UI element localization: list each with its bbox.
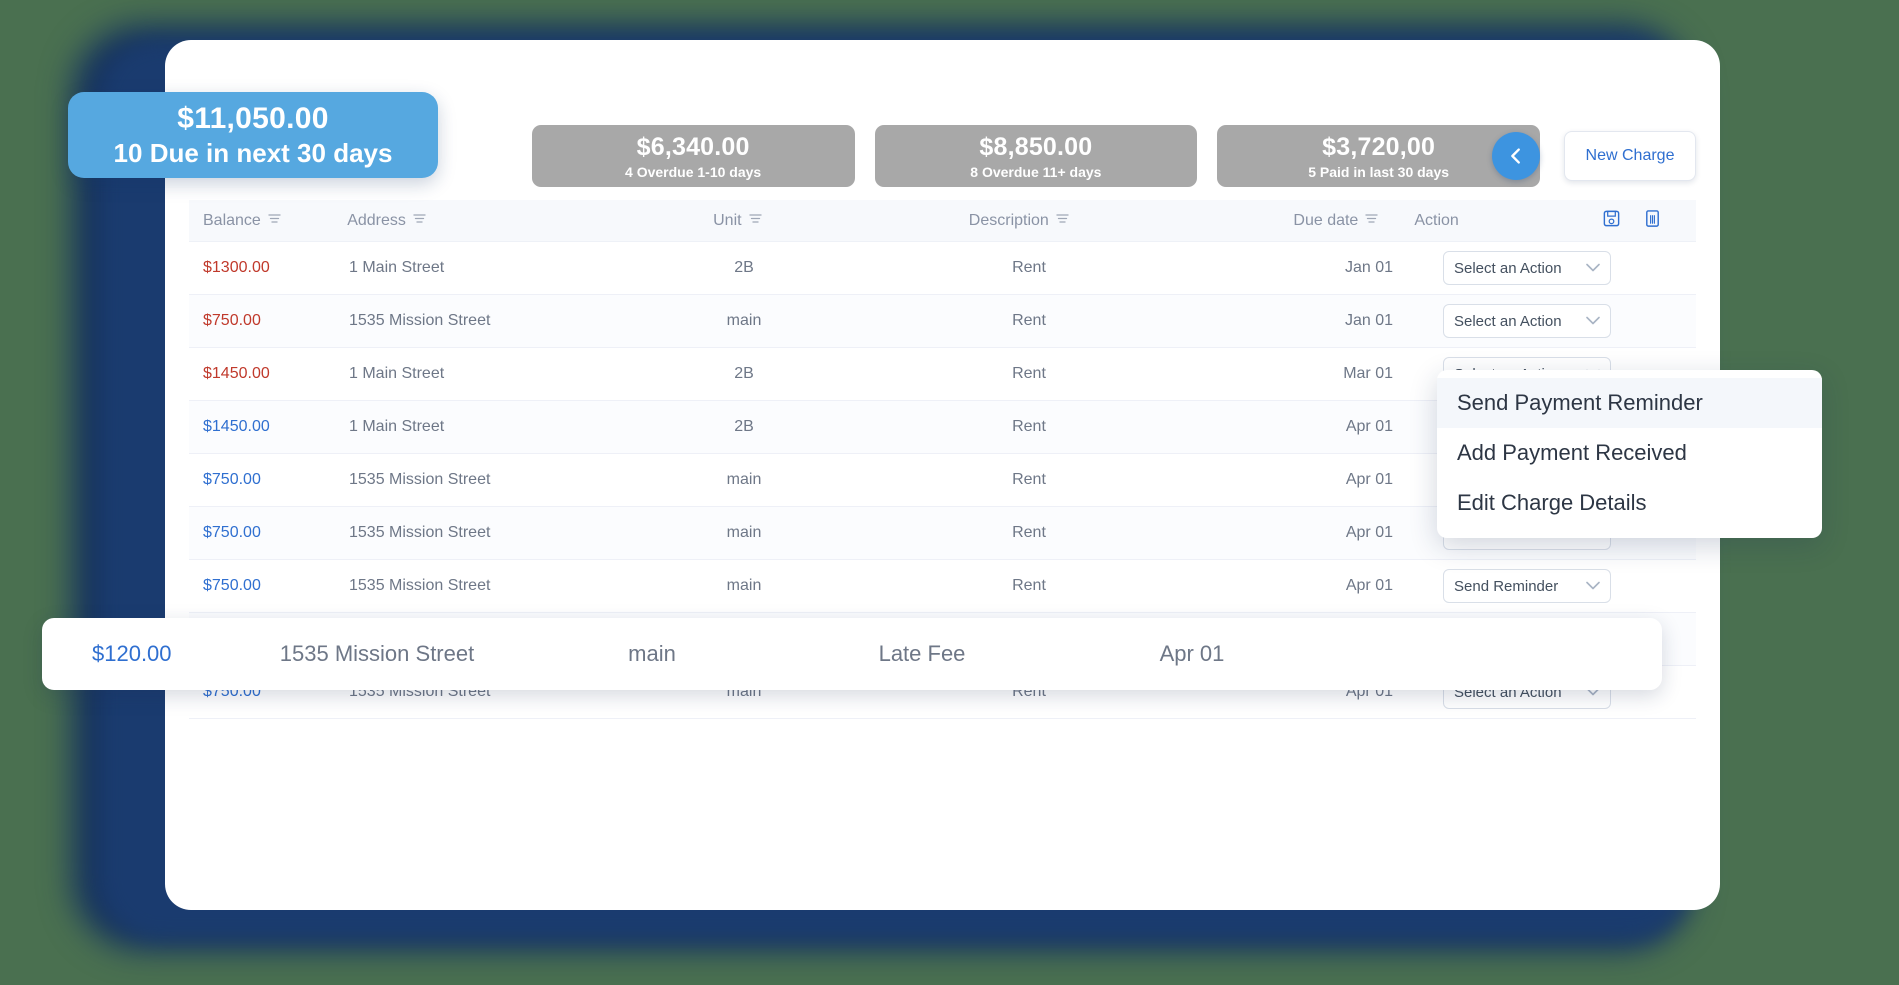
cell-due-date: Apr 01 <box>1345 524 1393 541</box>
table-row[interactable]: $1300.00 1 Main Street 2B Rent Jan 01 Select … <box>189 242 1696 295</box>
cell-unit: 2B <box>734 365 754 382</box>
action-select[interactable]: Select an Action <box>1443 304 1611 338</box>
highlighted-row-unit: main <box>628 641 676 666</box>
cell-balance: $750.00 <box>203 312 261 329</box>
stat-highlight-amount: $11,050.00 <box>177 101 329 135</box>
menu-item-send-payment-reminder[interactable]: Send Payment Reminder <box>1437 378 1822 428</box>
cell-description: Rent <box>1012 524 1046 541</box>
cell-action: Select an Action <box>1429 251 1696 285</box>
column-header-due-date-label: Due date <box>1293 211 1359 229</box>
menu-item-edit-charge-details[interactable]: Edit Charge Details <box>1437 478 1822 528</box>
highlighted-row-due-date: Apr 01 <box>1159 641 1225 666</box>
print-icon[interactable] <box>1643 209 1662 233</box>
cell-address: 1535 Mission Street <box>349 312 491 329</box>
action-select-value: Select an Action <box>1454 259 1562 277</box>
cell-balance: $750.00 <box>203 471 261 488</box>
column-header-balance[interactable]: Balance <box>189 212 347 230</box>
stat-sublabel: 4 Overdue 1-10 days <box>625 163 762 180</box>
chevron-left-icon <box>1505 145 1527 167</box>
cell-address: 1 Main Street <box>349 418 445 435</box>
stat-amount: $6,340.00 <box>636 132 750 161</box>
column-header-due-date[interactable]: Due date <box>1167 212 1414 230</box>
cell-description: Rent <box>1012 365 1046 382</box>
stat-card-overdue-1-10[interactable]: $6,340.00 4 Overdue 1-10 days <box>531 125 855 187</box>
column-header-address-label: Address <box>347 211 406 229</box>
stat-sublabel: 8 Overdue 11+ days <box>970 163 1102 180</box>
cell-address: 1 Main Street <box>349 259 445 276</box>
cell-unit: main <box>726 524 762 541</box>
column-header-address[interactable]: Address <box>347 212 604 230</box>
cell-due-date: Jan 01 <box>1344 259 1393 276</box>
highlighted-row-description: Late Fee <box>878 641 966 666</box>
save-disk-icon[interactable] <box>1602 209 1621 233</box>
action-dropdown-menu[interactable]: Send Payment Reminder Add Payment Receiv… <box>1437 370 1822 538</box>
cell-action: Send Reminder <box>1429 569 1696 603</box>
cell-description: Rent <box>1012 312 1046 329</box>
action-select-value: Send Reminder <box>1454 577 1559 595</box>
cell-address: 1535 Mission Street <box>349 471 491 488</box>
action-select[interactable]: Send Reminder <box>1443 569 1611 603</box>
table-row[interactable]: $750.00 1535 Mission Street main Rent Jan 01… <box>189 295 1696 348</box>
cell-address: 1535 Mission Street <box>349 524 491 541</box>
stat-amount: $8,850.00 <box>979 132 1093 161</box>
cell-address: 1 Main Street <box>349 365 445 382</box>
column-header-action-label: Action <box>1414 211 1459 229</box>
highlighted-row-address: 1535 Mission Street <box>279 641 475 666</box>
new-charge-button[interactable]: New Charge <box>1564 131 1696 181</box>
cell-description: Rent <box>1012 418 1046 435</box>
charges-table: Balance Address Unit Description Due dat… <box>189 200 1696 890</box>
cell-description: Rent <box>1012 577 1046 594</box>
cell-unit: main <box>726 577 762 594</box>
chevron-down-icon <box>1586 579 1600 593</box>
cell-description: Rent <box>1012 471 1046 488</box>
cell-unit: 2B <box>734 259 754 276</box>
table-row[interactable]: $750.00 1535 Mission Street main Rent Apr 01… <box>189 560 1696 613</box>
cell-due-date: Apr 01 <box>1345 418 1393 435</box>
cell-due-date: Apr 01 <box>1345 471 1393 488</box>
table-header-tools <box>1602 209 1696 233</box>
collapse-panel-button[interactable] <box>1492 132 1540 180</box>
stat-card-due-next-30-days[interactable]: $11,050.00 10 Due in next 30 days <box>68 92 438 178</box>
column-header-unit-label: Unit <box>713 211 742 229</box>
column-header-action: Action <box>1414 212 1602 230</box>
cell-balance: $1450.00 <box>203 365 270 382</box>
cell-due-date: Apr 01 <box>1345 577 1393 594</box>
cell-action: Select an Action <box>1429 304 1696 338</box>
menu-item-add-payment-received[interactable]: Add Payment Received <box>1437 428 1822 478</box>
cell-description: Rent <box>1012 259 1046 276</box>
filter-icon[interactable] <box>268 212 281 230</box>
table-header-row: Balance Address Unit Description Due dat… <box>189 200 1696 242</box>
action-select[interactable]: Select an Action <box>1443 251 1611 285</box>
column-header-description-label: Description <box>968 211 1049 229</box>
cell-unit: 2B <box>734 418 754 435</box>
chevron-down-icon <box>1586 261 1600 275</box>
cell-due-date: Jan 01 <box>1344 312 1393 329</box>
stat-amount: $3,720,00 <box>1322 132 1436 161</box>
cell-due-date: Mar 01 <box>1343 365 1393 382</box>
action-select-value: Select an Action <box>1454 312 1562 330</box>
highlighted-row-balance: $120.00 <box>92 641 172 666</box>
cell-unit: main <box>726 471 762 488</box>
cell-balance: $750.00 <box>203 524 261 541</box>
chevron-down-icon <box>1586 314 1600 328</box>
filter-icon[interactable] <box>1056 212 1069 230</box>
stat-card-overdue-11-plus[interactable]: $8,850.00 8 Overdue 11+ days <box>874 125 1198 187</box>
stat-sublabel: 5 Paid in last 30 days <box>1308 163 1450 180</box>
cell-address: 1535 Mission Street <box>349 577 491 594</box>
filter-icon[interactable] <box>748 212 762 230</box>
highlighted-charge-row[interactable]: $120.00 1535 Mission Street main Late Fe… <box>42 618 1662 690</box>
new-charge-label: New Charge <box>1585 147 1675 164</box>
filter-icon[interactable] <box>1365 212 1378 230</box>
column-header-balance-label: Balance <box>203 211 261 229</box>
column-header-unit[interactable]: Unit <box>604 212 871 230</box>
column-header-description[interactable]: Description <box>871 212 1167 230</box>
cell-unit: main <box>726 312 762 329</box>
cell-balance: $1300.00 <box>203 259 270 276</box>
cell-balance: $750.00 <box>203 577 261 594</box>
cell-balance: $1450.00 <box>203 418 270 435</box>
filter-icon[interactable] <box>413 212 426 230</box>
stat-highlight-sublabel: 10 Due in next 30 days <box>113 137 393 168</box>
